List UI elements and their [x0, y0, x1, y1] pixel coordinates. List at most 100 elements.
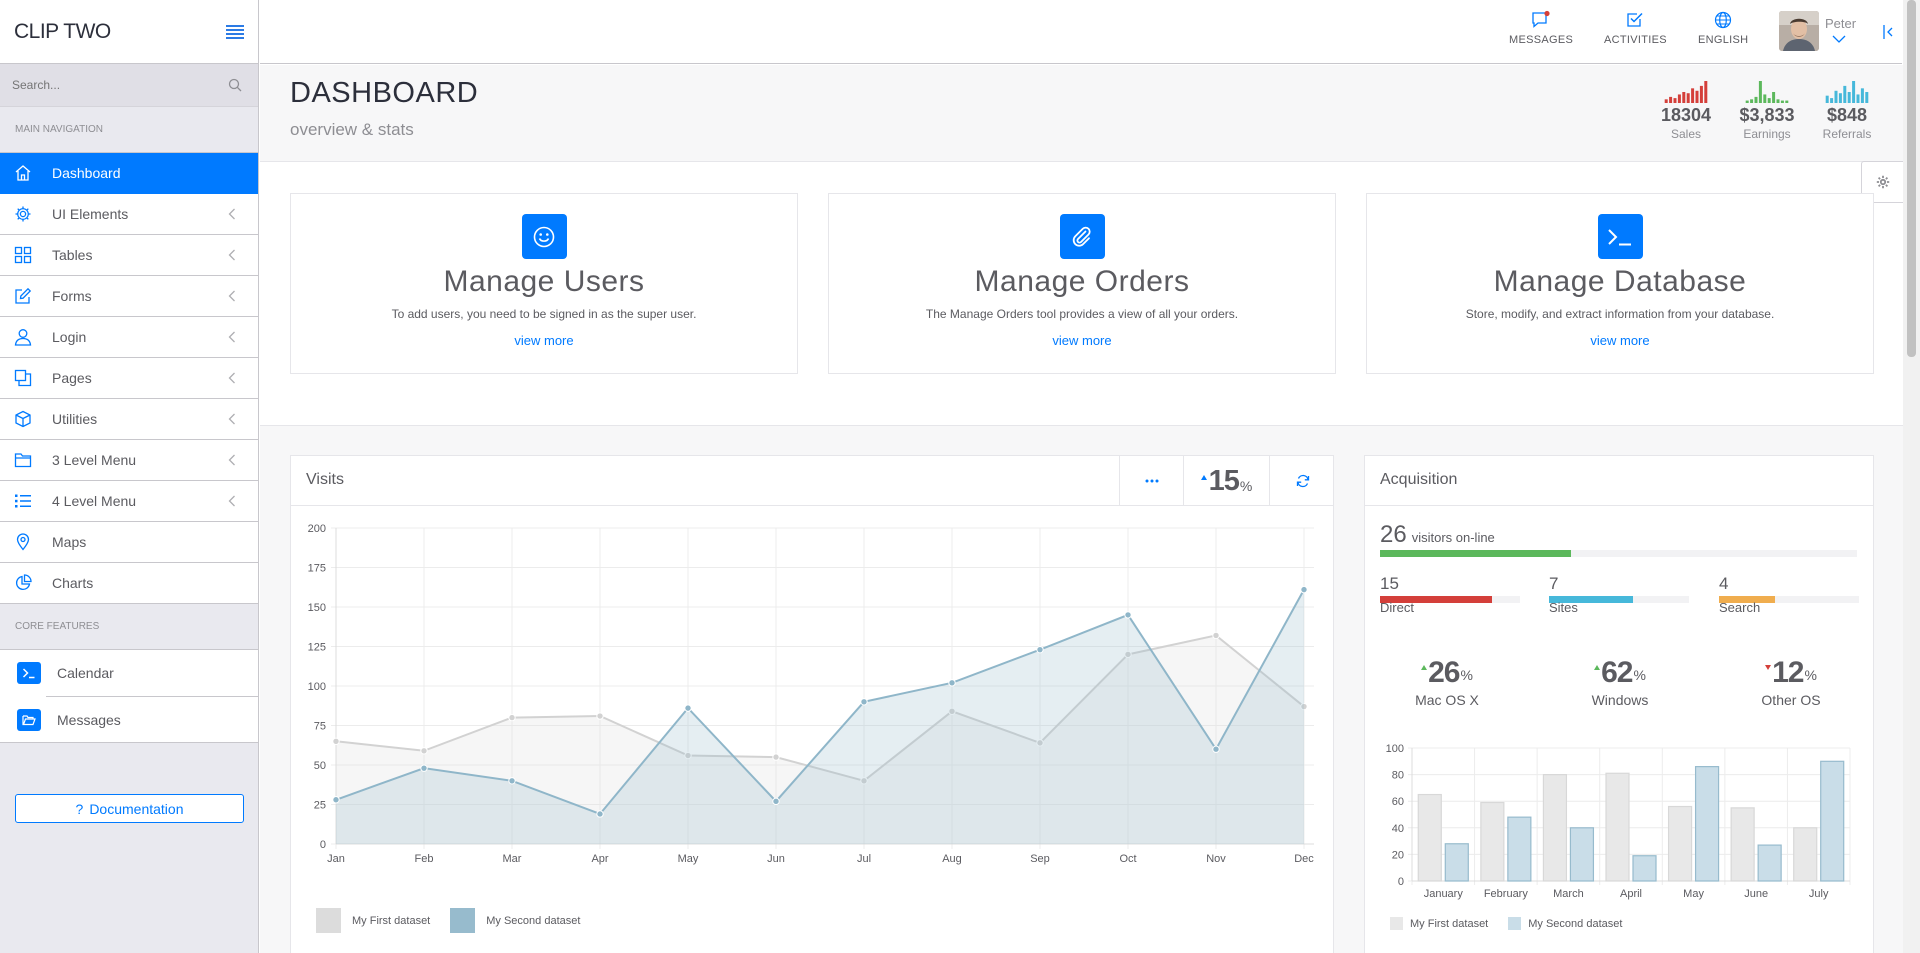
- more-options-button[interactable]: [1119, 456, 1183, 506]
- data-point: [332, 737, 340, 746]
- page-subtitle: overview & stats: [290, 120, 414, 139]
- view-more-link[interactable]: view more: [1590, 333, 1649, 348]
- pencil-icon: [15, 287, 32, 304]
- sidebar-item-charts[interactable]: Charts: [0, 563, 258, 604]
- brand-logo[interactable]: CLIP TWO: [14, 20, 111, 44]
- question-icon: ?: [75, 800, 84, 817]
- sidebar-item-forms[interactable]: Forms: [0, 276, 258, 317]
- trend-up-icon: [1594, 665, 1601, 670]
- collapse-panel-icon[interactable]: [1882, 24, 1894, 40]
- sparkbar: [1830, 98, 1834, 103]
- legend-swatch: [1508, 917, 1522, 930]
- x-tick-label: Sep: [1030, 853, 1050, 865]
- sidebar-item-label: 4 Level Menu: [52, 493, 137, 509]
- visits-legend: My First dataset My Second dataset: [316, 908, 580, 933]
- map-pin-icon: [16, 533, 30, 551]
- data-point: [596, 712, 604, 720]
- sidebar-item-maps[interactable]: Maps: [0, 522, 258, 563]
- sales-sparkbars: [1664, 81, 1708, 103]
- search-box: [0, 64, 258, 107]
- y-tick-label: 0: [320, 839, 326, 851]
- legend-swatch: [316, 908, 341, 933]
- os-value: 26: [1428, 656, 1460, 689]
- os-percent-sign: %: [1804, 667, 1817, 683]
- mini-stat-value: $848: [1826, 105, 1868, 125]
- acquisition-bar-chart: 0 20 40 60 80 100 January February March April May…: [1386, 743, 1851, 900]
- os-percent-sign: %: [1633, 667, 1646, 683]
- sparkbar: [1695, 90, 1699, 103]
- view-more-link[interactable]: view more: [1052, 333, 1111, 348]
- series-area: [336, 589, 1304, 844]
- vertical-scrollbar[interactable]: [1903, 0, 1920, 953]
- chevron-left-icon: [228, 495, 235, 507]
- sparkbar: [1673, 98, 1677, 103]
- chevron-left-icon: [228, 454, 235, 466]
- bar: [1820, 760, 1845, 882]
- source-value: 15: [1380, 574, 1399, 593]
- mini-stat-referrals: $848 Referrals: [1811, 79, 1883, 141]
- x-tick-label: Dec: [1294, 853, 1314, 865]
- sparkbar: [1682, 92, 1686, 103]
- refresh-button[interactable]: [1269, 456, 1335, 506]
- feature-manage-orders: Manage Orders The Manage Orders tool pro…: [828, 193, 1336, 374]
- gear-icon: [15, 206, 31, 222]
- chevron-left-icon: [228, 372, 235, 384]
- mini-stat-value: 18304: [1660, 105, 1712, 125]
- visitors-online: 26 visitors on-line: [1380, 521, 1495, 549]
- sidebar-item-pages[interactable]: Pages: [0, 358, 258, 399]
- acquisition-title: Acquisition: [1380, 471, 1458, 488]
- paperclip-icon: [1059, 214, 1105, 259]
- smile-icon: [521, 214, 567, 259]
- y-tick-label: 100: [1386, 743, 1404, 755]
- sidebar-item-messages[interactable]: Messages: [17, 696, 258, 742]
- topbar-language[interactable]: ENGLISH: [1698, 10, 1748, 46]
- bar: [1757, 844, 1782, 882]
- topbar-messages[interactable]: MESSAGES: [1509, 10, 1573, 46]
- os-value: 62: [1601, 656, 1633, 689]
- user-menu[interactable]: Peter: [1779, 11, 1856, 51]
- y-tick-label: 50: [314, 760, 326, 772]
- sidebar-item-tables[interactable]: Tables: [0, 235, 258, 276]
- sidebar-item-4-level-menu[interactable]: 4 Level Menu: [0, 481, 258, 522]
- menu-toggle-icon[interactable]: [226, 24, 244, 39]
- sidebar-item-login[interactable]: Login: [0, 317, 258, 358]
- topbar-activities[interactable]: ACTIVITIES: [1604, 10, 1667, 46]
- documentation-button[interactable]: ? Documentation: [15, 794, 244, 823]
- visits-panel: Visits 15 % 0 25 50 75 100 125 150 175 200 Jan Feb…: [290, 455, 1334, 953]
- sidebar-item-utilities[interactable]: Utilities: [0, 399, 258, 440]
- feature-title: Manage Orders: [974, 265, 1190, 298]
- sidebar-item-3-level-menu[interactable]: 3 Level Menu: [0, 440, 258, 481]
- chevron-down-icon: [1832, 35, 1846, 43]
- os-label: Windows: [1591, 692, 1649, 708]
- source-label: Search: [1719, 600, 1761, 615]
- core-nav: Calendar Messages: [0, 649, 258, 743]
- scrollbar-thumb[interactable]: [1907, 0, 1916, 357]
- sidebar-item-ui-elements[interactable]: UI Elements: [0, 194, 258, 235]
- feature-description: Store, modify, and extract information f…: [1465, 307, 1775, 321]
- brand-header: CLIP TWO: [0, 0, 258, 64]
- x-tick-label: Nov: [1206, 853, 1226, 865]
- sparkbar: [1767, 98, 1771, 103]
- x-tick-label: Jul: [857, 853, 871, 865]
- sidebar-item-dashboard[interactable]: Dashboard: [0, 153, 258, 194]
- x-tick-label: Jan: [327, 853, 345, 865]
- data-point: [772, 797, 780, 806]
- globe-icon: [1715, 11, 1732, 29]
- sparkbar: [1669, 96, 1673, 103]
- sidebar-item-calendar[interactable]: Calendar: [0, 650, 258, 696]
- main-content: DASHBOARD overview & stats 18304 Sales $…: [260, 65, 1903, 953]
- y-tick-label: 150: [308, 602, 326, 614]
- view-more-link[interactable]: view more: [514, 333, 573, 348]
- x-tick-label: Aug: [942, 853, 962, 865]
- search-icon[interactable]: [228, 78, 242, 92]
- bar: [1632, 855, 1657, 882]
- search-input[interactable]: [12, 78, 202, 92]
- chevron-left-icon: [228, 331, 235, 343]
- visits-panel-header: Visits 15 %: [291, 456, 1333, 506]
- sparkbar: [1847, 92, 1851, 103]
- topbar-language-label: ENGLISH: [1698, 34, 1749, 46]
- sparkbar: [1754, 96, 1758, 103]
- data-point: [948, 679, 956, 687]
- x-tick-label: Apr: [591, 853, 608, 865]
- refresh-icon: [1296, 474, 1309, 488]
